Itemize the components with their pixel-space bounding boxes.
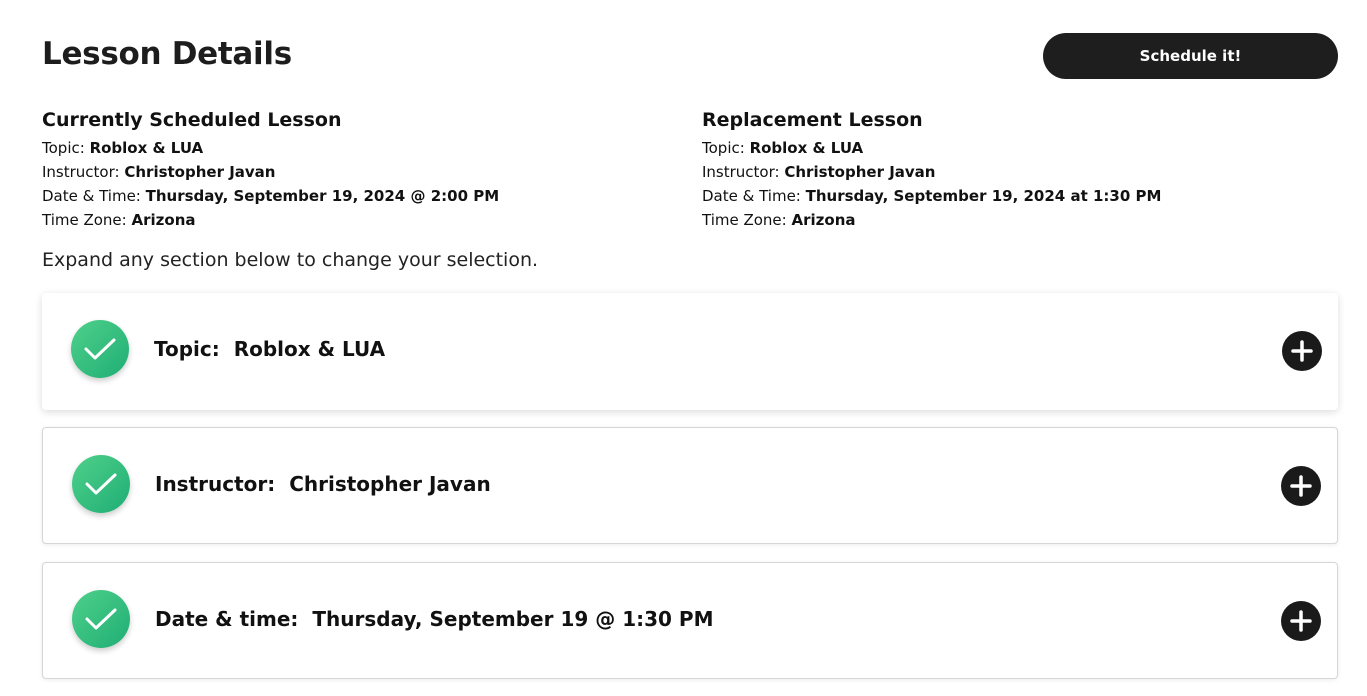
current-timezone-label: Time Zone: bbox=[42, 211, 127, 229]
current-topic-value: Roblox & LUA bbox=[89, 139, 204, 157]
instruction-text: Expand any section below to change your … bbox=[42, 249, 539, 271]
replacement-topic-line: Topic: Roblox & LUA bbox=[702, 136, 1322, 160]
datetime-section-title: Date & time: bbox=[155, 607, 299, 631]
lesson-details-page: Lesson Details Schedule it! Currently Sc… bbox=[0, 0, 1367, 696]
check-icon bbox=[72, 455, 130, 513]
replacement-instructor-line: Instructor: Christopher Javan bbox=[702, 160, 1322, 184]
topic-section-label: Topic: Roblox & LUA bbox=[154, 337, 385, 361]
replacement-lesson-heading: Replacement Lesson bbox=[702, 109, 923, 131]
page-title: Lesson Details bbox=[42, 36, 292, 72]
current-timezone-line: Time Zone: Arizona bbox=[42, 208, 662, 232]
replacement-datetime-value: Thursday, September 19, 2024 at 1:30 PM bbox=[805, 187, 1162, 205]
replacement-timezone-label: Time Zone: bbox=[702, 211, 787, 229]
replacement-timezone-value: Arizona bbox=[791, 211, 856, 229]
current-instructor-line: Instructor: Christopher Javan bbox=[42, 160, 662, 184]
datetime-section-value: Thursday, September 19 @ 1:30 PM bbox=[312, 607, 714, 631]
instructor-section[interactable]: Instructor: Christopher Javan bbox=[42, 427, 1338, 544]
current-timezone-value: Arizona bbox=[131, 211, 196, 229]
check-icon bbox=[72, 590, 130, 648]
replacement-instructor-label: Instructor: bbox=[702, 163, 780, 181]
plus-icon[interactable] bbox=[1282, 331, 1322, 371]
replacement-topic-value: Roblox & LUA bbox=[749, 139, 864, 157]
current-datetime-line: Date & Time: Thursday, September 19, 202… bbox=[42, 184, 662, 208]
current-datetime-value: Thursday, September 19, 2024 @ 2:00 PM bbox=[145, 187, 500, 205]
check-icon bbox=[71, 320, 129, 378]
topic-section-value: Roblox & LUA bbox=[233, 337, 386, 361]
current-topic-line: Topic: Roblox & LUA bbox=[42, 136, 662, 160]
current-datetime-label: Date & Time: bbox=[42, 187, 141, 205]
datetime-section[interactable]: Date & time: Thursday, September 19 @ 1:… bbox=[42, 562, 1338, 679]
replacement-datetime-line: Date & Time: Thursday, September 19, 202… bbox=[702, 184, 1322, 208]
instructor-section-value: Christopher Javan bbox=[289, 472, 491, 496]
schedule-button[interactable]: Schedule it! bbox=[1043, 33, 1338, 79]
replacement-timezone-line: Time Zone: Arizona bbox=[702, 208, 1322, 232]
current-topic-label: Topic: bbox=[42, 139, 85, 157]
replacement-lesson-panel: Replacement Lesson Topic: Roblox & LUA I… bbox=[702, 107, 1322, 232]
replacement-instructor-value: Christopher Javan bbox=[784, 163, 936, 181]
plus-icon[interactable] bbox=[1281, 466, 1321, 506]
replacement-datetime-label: Date & Time: bbox=[702, 187, 801, 205]
topic-section[interactable]: Topic: Roblox & LUA bbox=[42, 293, 1338, 410]
datetime-section-label: Date & time: Thursday, September 19 @ 1:… bbox=[155, 607, 713, 631]
topic-section-title: Topic: bbox=[154, 337, 220, 361]
instructor-section-label: Instructor: Christopher Javan bbox=[155, 472, 491, 496]
current-instructor-label: Instructor: bbox=[42, 163, 120, 181]
replacement-topic-label: Topic: bbox=[702, 139, 745, 157]
current-lesson-heading: Currently Scheduled Lesson bbox=[42, 109, 342, 131]
current-instructor-value: Christopher Javan bbox=[124, 163, 276, 181]
instructor-section-title: Instructor: bbox=[155, 472, 276, 496]
plus-icon[interactable] bbox=[1281, 601, 1321, 641]
current-lesson-panel: Currently Scheduled Lesson Topic: Roblox… bbox=[42, 107, 662, 232]
